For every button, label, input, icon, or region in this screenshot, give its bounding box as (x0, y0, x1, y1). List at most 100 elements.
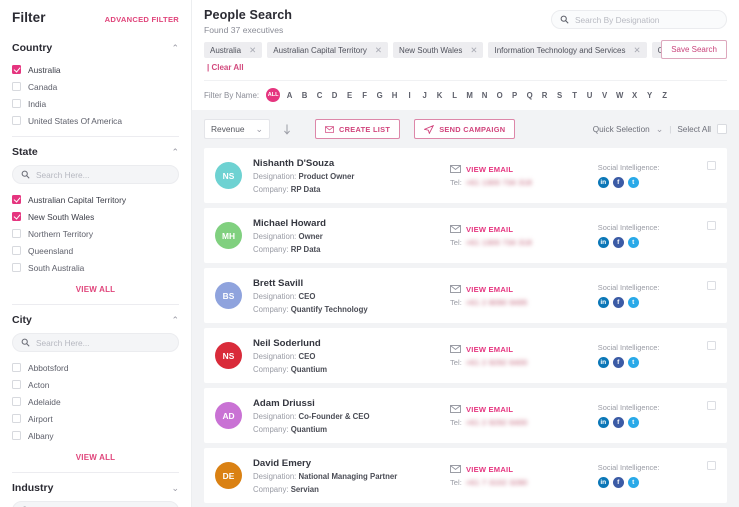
alpha-filter-letter[interactable]: A (284, 91, 295, 100)
alpha-filter-letter[interactable]: H (389, 91, 400, 100)
alpha-filter-letter[interactable]: G (374, 91, 385, 100)
alpha-filter-all[interactable]: ALL (266, 88, 281, 102)
send-campaign-button[interactable]: SEND CAMPAIGN (414, 119, 516, 139)
filter-tag[interactable]: Australian Capital Territory ✕ (267, 42, 389, 58)
filter-option[interactable]: Northern Territory (12, 225, 179, 242)
alpha-filter-letter[interactable]: S (554, 91, 565, 100)
alpha-filter-letter[interactable]: F (359, 91, 370, 100)
quick-selection-dropdown[interactable]: Quick Selection (593, 125, 650, 134)
alpha-filter-letter[interactable]: R (539, 91, 550, 100)
filter-checkbox[interactable] (12, 229, 21, 238)
person-card[interactable]: AD Adam Driussi Designation: Co-Founder & … (204, 388, 727, 443)
state-search-input[interactable]: Search Here... (12, 165, 179, 184)
alpha-filter-letter[interactable]: W (614, 91, 625, 100)
facebook-icon[interactable]: f (612, 237, 624, 248)
person-select-checkbox[interactable] (707, 341, 716, 350)
alpha-filter-letter[interactable]: X (629, 91, 640, 100)
sidebar-section-header[interactable]: State ⌃ (12, 137, 179, 165)
alpha-filter-letter[interactable]: M (464, 91, 475, 100)
filter-option[interactable]: Albany (12, 427, 179, 444)
clear-all-link[interactable]: | Clear All (207, 63, 244, 72)
sidebar-section-header[interactable]: Country ⌃ (12, 33, 179, 61)
filter-checkbox[interactable] (12, 414, 21, 423)
alpha-filter-letter[interactable]: J (419, 91, 430, 100)
filter-checkbox[interactable] (12, 380, 21, 389)
person-select-checkbox[interactable] (707, 401, 716, 410)
facebook-icon[interactable]: f (612, 297, 624, 308)
facebook-icon[interactable]: f (612, 357, 624, 368)
view-email-button[interactable]: VIEW EMAIL (450, 285, 598, 294)
filter-option[interactable]: United States Of America (12, 112, 179, 129)
alpha-filter-letter[interactable]: I (404, 91, 415, 100)
alpha-filter-letter[interactable]: Q (524, 91, 535, 100)
view-email-button[interactable]: VIEW EMAIL (450, 345, 598, 354)
alpha-filter-letter[interactable]: D (329, 91, 340, 100)
filter-checkbox[interactable] (12, 82, 21, 91)
person-select-checkbox[interactable] (707, 461, 716, 470)
twitter-icon[interactable]: t (627, 177, 639, 188)
alpha-filter-letter[interactable]: Z (659, 91, 670, 100)
alpha-filter-letter[interactable]: L (449, 91, 460, 100)
alpha-filter-letter[interactable]: N (479, 91, 490, 100)
facebook-icon[interactable]: f (612, 177, 624, 188)
sort-direction-button[interactable] (276, 119, 298, 139)
filter-tag[interactable]: New South Wales ✕ (393, 42, 484, 58)
twitter-icon[interactable]: t (627, 237, 639, 248)
linkedin-icon[interactable]: in (597, 357, 609, 368)
close-icon[interactable]: ✕ (470, 46, 477, 55)
filter-option[interactable]: Canada (12, 78, 179, 95)
filter-checkbox[interactable] (12, 431, 21, 440)
create-list-button[interactable]: CREATE LIST (315, 119, 401, 139)
person-select-checkbox[interactable] (707, 221, 716, 230)
filter-option[interactable]: Airport (12, 410, 179, 427)
alpha-filter-letter[interactable]: O (494, 91, 505, 100)
alpha-filter-letter[interactable]: V (599, 91, 610, 100)
linkedin-icon[interactable]: in (597, 477, 609, 488)
filter-option[interactable]: Australia (12, 61, 179, 78)
view-email-button[interactable]: VIEW EMAIL (450, 465, 598, 474)
save-search-button[interactable]: Save Search (661, 40, 727, 59)
close-icon[interactable]: ✕ (375, 46, 382, 55)
person-select-checkbox[interactable] (707, 161, 716, 170)
facebook-icon[interactable]: f (612, 417, 624, 428)
filter-option[interactable]: Australian Capital Territory (12, 191, 179, 208)
sidebar-section-header[interactable]: Industry ⌄ (12, 473, 179, 501)
alpha-filter-letter[interactable]: K (434, 91, 445, 100)
linkedin-icon[interactable]: in (597, 237, 609, 248)
filter-checkbox[interactable] (12, 263, 21, 272)
view-email-button[interactable]: VIEW EMAIL (450, 405, 598, 414)
person-card[interactable]: DE David Emery Designation: National Manag… (204, 448, 727, 503)
filter-option[interactable]: Acton (12, 376, 179, 393)
linkedin-icon[interactable]: in (597, 177, 609, 188)
linkedin-icon[interactable]: in (597, 297, 609, 308)
filter-checkbox[interactable] (12, 397, 21, 406)
select-all-label[interactable]: Select All (677, 125, 711, 134)
close-icon[interactable]: ✕ (634, 46, 641, 55)
view-email-button[interactable]: VIEW EMAIL (450, 225, 598, 234)
person-card[interactable]: NS Neil Soderlund Designation: CEO Company:… (204, 328, 727, 383)
filter-option[interactable]: Queensland (12, 242, 179, 259)
filter-option[interactable]: New South Wales (12, 208, 179, 225)
twitter-icon[interactable]: t (627, 417, 639, 428)
alpha-filter-letter[interactable]: E (344, 91, 355, 100)
facebook-icon[interactable]: f (612, 477, 624, 488)
filter-checkbox[interactable] (12, 65, 21, 74)
filter-option[interactable]: Adelaide (12, 393, 179, 410)
filter-checkbox[interactable] (12, 116, 21, 125)
alpha-filter-letter[interactable]: Y (644, 91, 655, 100)
advanced-filter-link[interactable]: ADVANCED FILTER (105, 15, 179, 24)
view-all-link[interactable]: VIEW ALL (12, 444, 179, 465)
filter-checkbox[interactable] (12, 246, 21, 255)
view-all-link[interactable]: VIEW ALL (12, 276, 179, 297)
person-card[interactable]: NS Nishanth D'Souza Designation: Product O… (204, 148, 727, 203)
alpha-filter-letter[interactable]: U (584, 91, 595, 100)
alpha-filter-letter[interactable]: T (569, 91, 580, 100)
sort-field-select[interactable]: Revenue ⌄ (204, 119, 270, 139)
person-card[interactable]: MH Michael Howard Designation: Owner Compan… (204, 208, 727, 263)
twitter-icon[interactable]: t (627, 477, 639, 488)
person-card[interactable]: BS Brett Savill Designation: CEO Company: Q… (204, 268, 727, 323)
designation-search-input[interactable]: Search By Designation (551, 10, 727, 29)
filter-checkbox[interactable] (12, 212, 21, 221)
industry-search-input[interactable]: Infor⌄ (12, 501, 179, 507)
linkedin-icon[interactable]: in (597, 417, 609, 428)
